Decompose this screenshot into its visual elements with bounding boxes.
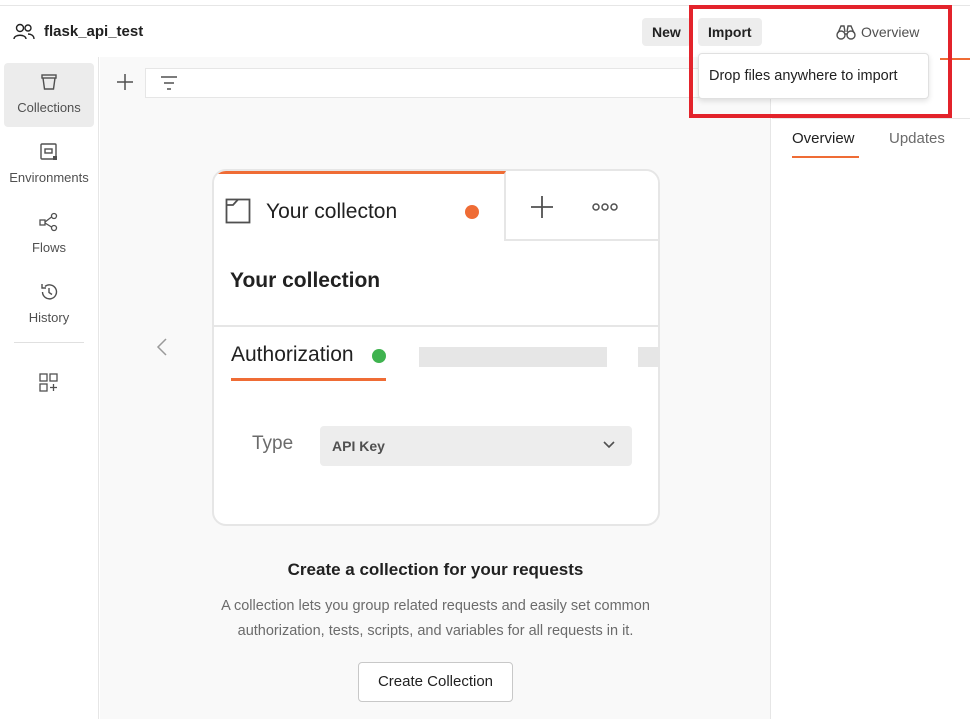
filter-input[interactable] [145, 68, 771, 98]
workspace-title[interactable]: flask_api_test [44, 23, 143, 40]
empty-state-description: A collection lets you group related requ… [221, 598, 650, 639]
overview-tab-label: Overview [861, 24, 920, 40]
collection-icon [225, 198, 251, 224]
top-border [0, 0, 970, 6]
tab-overview[interactable]: Overview [792, 130, 855, 147]
active-tab-underline [231, 378, 386, 381]
sidebar: Collections Environments Flows History [0, 57, 99, 719]
right-panel: Overview Overview Updates [772, 7, 970, 719]
chevron-down-icon [603, 441, 615, 449]
sidebar-item-label: History [28, 310, 70, 325]
sidebar-item-label: Environments [9, 170, 89, 185]
illustration-heading: Your collection [230, 269, 381, 292]
panel-toolbar [100, 57, 771, 99]
new-button[interactable]: New [642, 18, 691, 46]
add-widgets-icon[interactable] [39, 373, 59, 393]
plus-icon [531, 196, 553, 218]
sidebar-item-environments[interactable]: Environments [4, 133, 94, 197]
illustration-type-label: Type [252, 433, 294, 454]
filter-icon[interactable] [160, 75, 178, 91]
sidebar-divider [14, 342, 84, 343]
environment-icon [40, 143, 57, 160]
more-icon [592, 203, 618, 211]
status-dot [372, 349, 386, 363]
active-tab-underline [940, 58, 970, 60]
overview-header[interactable]: Overview [772, 7, 970, 59]
empty-state-title: Create a collection for your requests [287, 560, 584, 579]
create-collection-button[interactable]: Create Collection [358, 662, 513, 702]
sidebar-item-label: Collections [17, 100, 81, 115]
illustration-tab-bar [506, 171, 658, 241]
illustration-type-value: API Key [332, 438, 385, 454]
sidebar-item-collections[interactable]: Collections [4, 63, 94, 127]
binoculars-icon [836, 25, 856, 40]
import-tooltip: Drop files anywhere to import [698, 53, 929, 99]
placeholder-bar [638, 347, 658, 367]
history-icon [41, 284, 58, 300]
illustration-tab-title: Your collecton [266, 200, 398, 223]
flows-icon [39, 212, 58, 232]
people-icon [13, 23, 35, 40]
plus-icon[interactable] [116, 73, 134, 91]
chevron-left-icon[interactable] [156, 337, 168, 357]
active-tab-underline [792, 156, 859, 158]
placeholder-bar [419, 347, 607, 367]
unsaved-dot [465, 205, 479, 219]
workspace-header: flask_api_test New Import [0, 7, 771, 57]
illustration-tab: Your collecton [214, 171, 506, 241]
tab-updates[interactable]: Updates [889, 130, 945, 147]
collection-illustration: Your collecton Your collection Authoriza… [212, 169, 660, 526]
import-button[interactable]: Import [698, 18, 762, 46]
divider [214, 325, 658, 327]
collections-panel: Your collecton Your collection Authoriza… [100, 57, 771, 719]
divider [772, 118, 970, 119]
sidebar-item-history[interactable]: History [4, 273, 94, 337]
sidebar-item-flows[interactable]: Flows [4, 203, 94, 267]
illustration-type-select: API Key [320, 426, 632, 466]
illustration-auth-tab: Authorization [231, 343, 354, 366]
sidebar-item-label: Flows [32, 240, 66, 255]
trash-bin-icon [41, 74, 57, 90]
